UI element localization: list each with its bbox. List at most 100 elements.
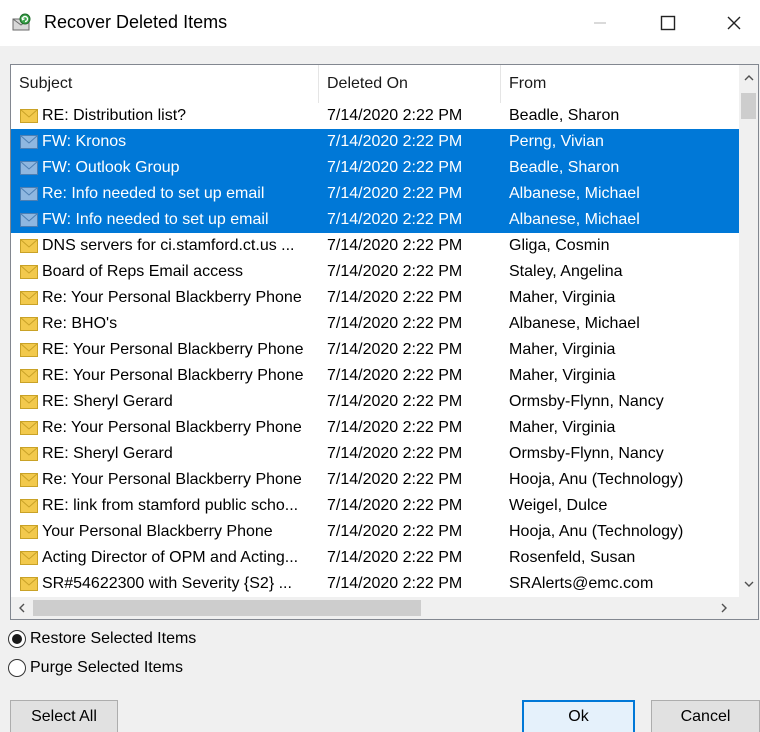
item-from: Maher, Virginia [509, 289, 616, 306]
item-deleted-on: 7/14/2020 2:22 PM [327, 419, 463, 436]
list-item[interactable]: RE: Your Personal Blackberry Phone 7/14/2… [11, 363, 739, 389]
vertical-scrollbar[interactable] [739, 65, 758, 597]
list-item[interactable]: RE: Sheryl Gerard 7/14/2020 2:22 PM Ormsby… [11, 389, 739, 415]
envelope-icon [20, 369, 38, 383]
list-item[interactable]: Your Personal Blackberry Phone 7/14/2020 … [11, 519, 739, 545]
restore-option-label: Restore Selected Items [30, 630, 197, 647]
chevron-down-icon [744, 581, 753, 587]
item-from: Maher, Virginia [509, 367, 616, 384]
item-from: Albanese, Michael [509, 185, 640, 202]
list-item[interactable]: Re: Your Personal Blackberry Phone 7/14/2… [11, 415, 739, 441]
list-item[interactable]: Re: Your Personal Blackberry Phone 7/14/2… [11, 285, 739, 311]
minimize-button[interactable] [570, 0, 630, 46]
item-subject: Re: Your Personal Blackberry Phone [42, 419, 302, 436]
item-from: Beadle, Sharon [509, 107, 620, 124]
column-header-subject[interactable]: Subject [11, 65, 319, 103]
item-deleted-on: 7/14/2020 2:22 PM [327, 445, 463, 462]
close-button[interactable] [704, 0, 760, 46]
horizontal-scrollbar[interactable] [11, 597, 739, 619]
item-from: Beadle, Sharon [509, 159, 620, 176]
item-deleted-on: 7/14/2020 2:22 PM [327, 549, 463, 566]
cancel-button[interactable]: Cancel [651, 700, 760, 732]
item-deleted-on: 7/14/2020 2:22 PM [327, 185, 463, 202]
envelope-icon [20, 161, 38, 175]
envelope-icon [20, 239, 38, 253]
deleted-items-list[interactable]: Subject Deleted On From RE: Distribution… [10, 64, 759, 620]
item-deleted-on: 7/14/2020 2:22 PM [327, 107, 463, 124]
ok-button[interactable]: Ok [522, 700, 635, 732]
list-item[interactable]: Re: Info needed to set up email 7/14/2020… [11, 181, 739, 207]
item-deleted-on: 7/14/2020 2:22 PM [327, 393, 463, 410]
envelope-icon [20, 499, 38, 513]
item-from: Ormsby-Flynn, Nancy [509, 393, 664, 410]
item-subject: Acting Director of OPM and Acting... [42, 549, 299, 566]
item-deleted-on: 7/14/2020 2:22 PM [327, 315, 463, 332]
column-header-deleted-on[interactable]: Deleted On [319, 65, 501, 103]
scroll-right-button[interactable] [713, 597, 735, 619]
list-item[interactable]: RE: Your Personal Blackberry Phone 7/14/2… [11, 337, 739, 363]
scroll-left-button[interactable] [11, 597, 33, 619]
horizontal-scroll-thumb[interactable] [33, 600, 421, 616]
list-item[interactable]: FW: Kronos 7/14/2020 2:22 PM Perng, Vivian [11, 129, 739, 155]
list-item[interactable]: FW: Outlook Group 7/14/2020 2:22 PM Beadle… [11, 155, 739, 181]
recover-items-icon [12, 13, 32, 31]
item-from: SRAlerts@emc.com [509, 575, 654, 592]
item-deleted-on: 7/14/2020 2:22 PM [327, 575, 463, 592]
list-rows: RE: Distribution list? 7/14/2020 2:22 PM B… [11, 103, 739, 597]
scroll-down-button[interactable] [739, 571, 758, 597]
item-from: Rosenfeld, Susan [509, 549, 636, 566]
envelope-icon [20, 291, 38, 305]
item-subject: RE: Your Personal Blackberry Phone [42, 341, 304, 358]
item-subject: Board of Reps Email access [42, 263, 243, 280]
restore-radio[interactable] [8, 630, 26, 648]
item-subject: FW: Info needed to set up email [42, 211, 269, 228]
item-subject: RE: Your Personal Blackberry Phone [42, 367, 304, 384]
item-subject: RE: Sheryl Gerard [42, 445, 173, 462]
list-item[interactable]: Re: Your Personal Blackberry Phone 7/14/2… [11, 467, 739, 493]
chevron-left-icon [19, 603, 25, 613]
item-subject: RE: Sheryl Gerard [42, 393, 173, 410]
item-from: Hooja, Anu (Technology) [509, 523, 684, 540]
list-item[interactable]: Re: BHO's 7/14/2020 2:22 PM Albanese, Mich… [11, 311, 739, 337]
envelope-icon [20, 109, 38, 123]
list-item[interactable]: RE: Distribution list? 7/14/2020 2:22 PM B… [11, 103, 739, 129]
list-item[interactable]: Acting Director of OPM and Acting... 7/14… [11, 545, 739, 571]
maximize-button[interactable] [638, 0, 698, 46]
item-deleted-on: 7/14/2020 2:22 PM [327, 263, 463, 280]
envelope-icon [20, 551, 38, 565]
item-from: Maher, Virginia [509, 341, 616, 358]
list-item[interactable]: Board of Reps Email access 7/14/2020 2:22… [11, 259, 739, 285]
item-subject: FW: Kronos [42, 133, 127, 150]
item-from: Hooja, Anu (Technology) [509, 471, 684, 488]
select-all-button[interactable]: Select All [10, 700, 118, 732]
list-item[interactable]: RE: link from stamford public scho... 7/1… [11, 493, 739, 519]
scroll-up-button[interactable] [739, 65, 758, 91]
list-item[interactable]: RE: Sheryl Gerard 7/14/2020 2:22 PM Ormsby… [11, 441, 739, 467]
restore-option[interactable]: Restore Selected Items [8, 630, 196, 648]
envelope-icon [20, 421, 38, 435]
list-item[interactable]: DNS servers for ci.stamford.ct.us ... 7/1… [11, 233, 739, 259]
item-from: Weigel, Dulce [509, 497, 608, 514]
item-subject: RE: Distribution list? [42, 107, 187, 124]
item-from: Gliga, Cosmin [509, 237, 610, 254]
list-item[interactable]: FW: Info needed to set up email 7/14/2020… [11, 207, 739, 233]
chevron-up-icon [744, 75, 753, 81]
item-subject: FW: Outlook Group [42, 159, 180, 176]
column-header-from[interactable]: From [501, 65, 739, 103]
chevron-right-icon [721, 603, 727, 613]
envelope-icon [20, 525, 38, 539]
purge-option[interactable]: Purge Selected Items [8, 659, 183, 677]
purge-radio[interactable] [8, 659, 26, 677]
vertical-scroll-thumb[interactable] [741, 93, 756, 119]
item-subject: SR#54622300 with Severity {S2} ... [42, 575, 292, 592]
list-item[interactable]: SR#54622300 with Severity {S2} ... 7/14/2… [11, 571, 739, 597]
item-subject: Re: Your Personal Blackberry Phone [42, 289, 302, 306]
item-subject: Re: BHO's [42, 315, 118, 332]
envelope-icon [20, 447, 38, 461]
item-from: Albanese, Michael [509, 211, 640, 228]
radio-selected-dot [12, 634, 22, 644]
item-from: Staley, Angelina [509, 263, 623, 280]
item-deleted-on: 7/14/2020 2:22 PM [327, 159, 463, 176]
envelope-icon [20, 577, 38, 591]
envelope-icon [20, 395, 38, 409]
